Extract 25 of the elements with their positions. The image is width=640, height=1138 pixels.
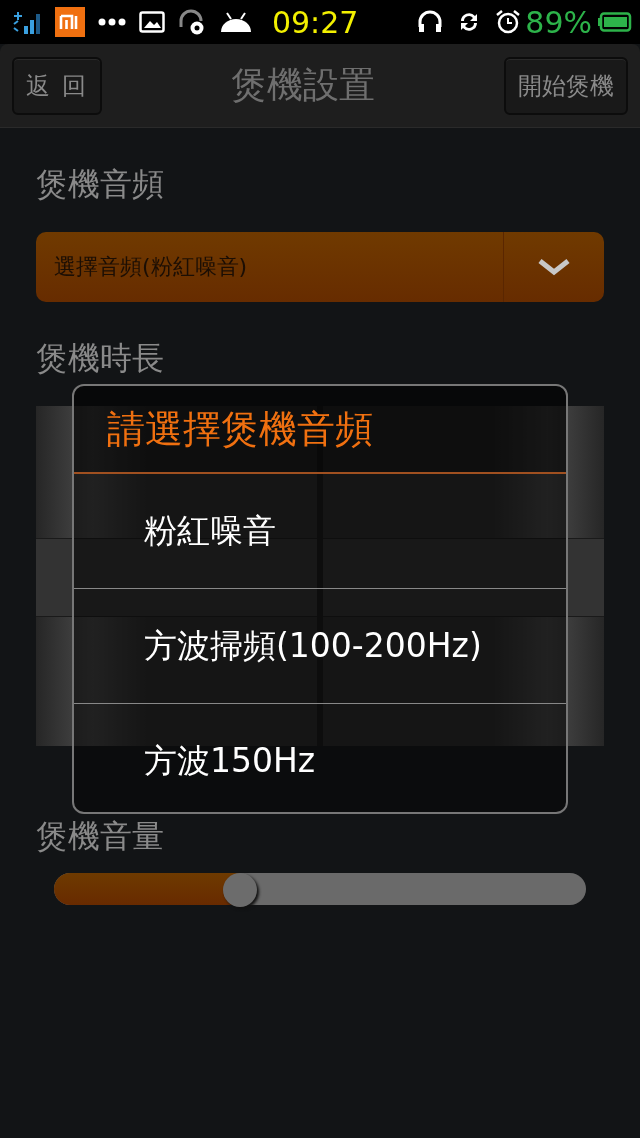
more-icon bbox=[98, 18, 126, 26]
start-button[interactable]: 開始煲機 bbox=[504, 56, 628, 115]
dialog-option[interactable]: 方波150Hz bbox=[74, 704, 566, 812]
dialog-option[interactable]: 方波掃頻(100-200Hz) bbox=[74, 589, 566, 704]
app-logo-icon bbox=[55, 7, 85, 37]
section-label: 煲機音量 bbox=[36, 816, 165, 856]
headphones-icon bbox=[417, 9, 444, 35]
alarm-icon bbox=[495, 9, 522, 35]
section-label: 煲機時長 bbox=[36, 338, 165, 378]
chevron-down-icon bbox=[537, 258, 571, 276]
headset-settings-icon bbox=[178, 9, 206, 35]
back-button[interactable]: 返 回 bbox=[12, 56, 102, 115]
slider-thumb[interactable] bbox=[223, 873, 258, 907]
dropdown-value: 選擇音頻(粉紅噪音) bbox=[53, 253, 248, 281]
section-label: 煲機音頻 bbox=[36, 164, 165, 204]
android-icon bbox=[219, 10, 253, 34]
volume-slider[interactable] bbox=[54, 873, 586, 905]
dialog-title: 請選擇煲機音頻 bbox=[74, 386, 566, 474]
battery-percent: 89% bbox=[525, 4, 592, 40]
screen-title: 煲機設置 bbox=[231, 63, 375, 107]
battery-icon bbox=[598, 12, 632, 32]
dialog-option[interactable]: 粉紅噪音 bbox=[74, 474, 566, 589]
image-icon bbox=[139, 11, 165, 33]
clock-time: 09:27 bbox=[271, 4, 359, 40]
time-picker[interactable] bbox=[36, 406, 604, 746]
